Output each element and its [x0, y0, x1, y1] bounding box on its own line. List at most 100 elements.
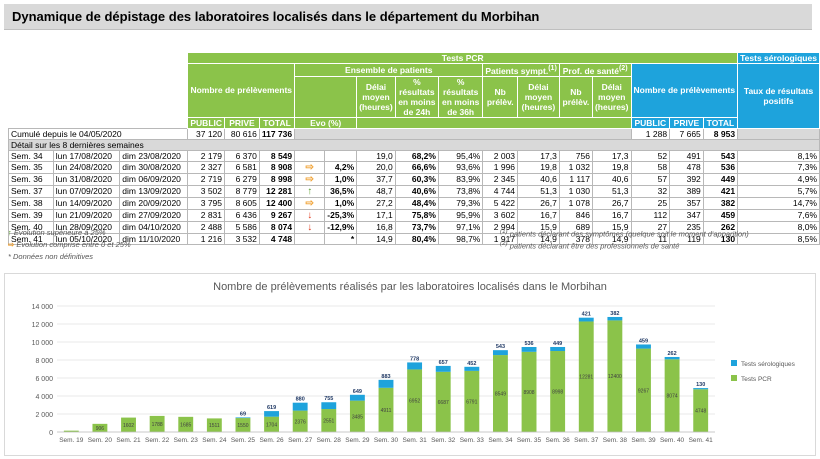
- cell-pd: 16,7: [591, 208, 632, 222]
- cell-priv: 8 605: [224, 196, 260, 210]
- cell-spriv: 347: [669, 208, 704, 222]
- taux-header: Taux de résultats positifs: [737, 63, 820, 129]
- cell-stot: 543: [702, 149, 739, 162]
- pcr-data-label: 1602: [123, 423, 134, 429]
- evo-arrow: [294, 149, 326, 162]
- cell-taux: 8,0%: [737, 220, 820, 234]
- legend-pcr-label: Tests PCR: [741, 376, 772, 383]
- evo-arrow: ⇨: [294, 160, 326, 174]
- cell-au: dim 27/09/2020: [119, 208, 189, 222]
- pct24-header: % résultats en moins de 24h: [394, 75, 439, 118]
- cell-spriv: 392: [669, 172, 704, 186]
- pcr-data-label: 6791: [466, 399, 477, 405]
- cell-spriv: 389: [669, 184, 704, 198]
- x-tick-label: Sem. 29: [345, 437, 370, 444]
- cell-tot: 8 998: [258, 172, 296, 186]
- cell-stot: 459: [702, 208, 739, 222]
- sero-data-label: 459: [639, 338, 648, 344]
- cell-du: lun 24/08/2020: [52, 160, 121, 174]
- cell-pd: 40,6: [591, 172, 632, 186]
- legend-pcr-swatch: [731, 375, 737, 381]
- evo-arrow: ⇨: [294, 196, 326, 210]
- bar-sero: [636, 344, 651, 349]
- x-tick-label: Sem. 39: [631, 437, 656, 444]
- cell-taux: 8,5%: [737, 232, 820, 245]
- cell-tot: 8 908: [258, 160, 296, 174]
- legend-up: ↑ Evolution supérieure à 25%: [8, 228, 106, 237]
- x-tick-label: Sem. 35: [517, 437, 542, 444]
- cell-priv: 6 370: [224, 149, 260, 162]
- cell-spub: 112: [630, 208, 671, 222]
- cell-pub: 1 216: [187, 232, 226, 245]
- sympt-nb-header: Nb prélèv.: [482, 75, 519, 118]
- x-tick-label: Sem. 38: [603, 437, 628, 444]
- sero-data-label: 657: [439, 360, 448, 366]
- bar-sero: [664, 356, 680, 360]
- cell-p36: 97,1%: [437, 220, 484, 234]
- y-tick-label: 14 000: [32, 304, 54, 311]
- cell-p24: 68,2%: [394, 149, 439, 162]
- sero-data-label: 755: [324, 396, 333, 402]
- y-tick-label: 4 000: [35, 394, 53, 401]
- cell-pnb: 756: [558, 149, 593, 162]
- cell-delai: 27,2: [356, 196, 396, 210]
- legend-sero-label: Tests sérologiques: [741, 361, 796, 368]
- sero-data-label: 449: [553, 341, 562, 347]
- bar-sero: [550, 346, 566, 352]
- cell-stot: 449: [702, 172, 739, 186]
- cell-pd: 51,3: [591, 184, 632, 198]
- patients-sympt-header: Patients sympt.(1): [482, 63, 560, 77]
- sero-data-label: 262: [667, 351, 676, 357]
- cell-p36: 79,3%: [437, 196, 484, 210]
- y-tick-label: 10 000: [32, 340, 54, 347]
- sero-data-label: 69: [240, 411, 246, 417]
- arrow-down-icon: ↓: [307, 221, 313, 233]
- cell-evo: 1,0%: [324, 196, 358, 210]
- cell-p36: 95,4%: [437, 149, 484, 162]
- cell-pnb: 846: [558, 208, 593, 222]
- cell-pnb: 1 032: [558, 160, 593, 174]
- prof-sante-header: Prof. de santé(2): [558, 63, 632, 77]
- cell-p24: 60,3%: [394, 172, 439, 186]
- sero-data-label: 543: [496, 344, 505, 350]
- cell-sd: 26,7: [517, 196, 560, 210]
- bar-sero: [578, 317, 594, 322]
- x-tick-label: Sem. 21: [116, 437, 141, 444]
- x-tick-label: Sem. 26: [259, 437, 284, 444]
- x-tick-label: Sem. 28: [317, 437, 342, 444]
- bar-sero: [407, 362, 423, 370]
- evo-arrow: [294, 232, 326, 245]
- bar-sero: [435, 365, 451, 372]
- bar-sero: [321, 402, 337, 410]
- sero-data-label: 452: [467, 361, 476, 367]
- evo-arrow: ↓: [294, 208, 326, 222]
- cell-pnb: 1 030: [558, 184, 593, 198]
- sero-data-label: 536: [524, 341, 533, 347]
- cell-p36: 83,9%: [437, 172, 484, 186]
- cell-pub: 2 831: [187, 208, 226, 222]
- cell-au: dim 04/10/2020: [119, 220, 189, 234]
- pct36-header: % résultats en moins de 36h: [437, 75, 484, 118]
- x-tick-label: Sem. 34: [488, 437, 513, 444]
- col-public: PUBLIC: [187, 116, 226, 129]
- sero-data-label: 619: [267, 405, 276, 411]
- cell-sem: Sem. 35: [8, 160, 54, 174]
- cell-evo: *: [324, 232, 358, 245]
- pcr-nb-prel-header: Nombre de prélèvements: [187, 63, 296, 118]
- x-tick-label: Sem. 24: [202, 437, 227, 444]
- legend-note: * Données non définitives: [8, 252, 94, 261]
- table-row: Sem. 37 lun 07/09/2020 dim 13/09/2020 3 502…: [8, 184, 820, 198]
- x-tick-label: Sem. 37: [574, 437, 599, 444]
- cell-taux: 7,3%: [737, 160, 820, 174]
- pcr-data-label: 3485: [352, 414, 363, 420]
- bar-chart: Nombre de prélèvements réalisés par les …: [32, 281, 796, 444]
- pcr-data-label: 8908: [523, 390, 534, 396]
- cell-delai: 17,1: [356, 208, 396, 222]
- cell-pub: 3 502: [187, 184, 226, 198]
- sero-header: Tests sérologiques: [737, 52, 820, 64]
- cell-pub: 2 488: [187, 220, 226, 234]
- x-tick-label: Sem. 40: [660, 437, 685, 444]
- cell-p24: 66,6%: [394, 160, 439, 174]
- cell-pub: 2 179: [187, 149, 226, 162]
- sero-data-label: 382: [610, 311, 619, 317]
